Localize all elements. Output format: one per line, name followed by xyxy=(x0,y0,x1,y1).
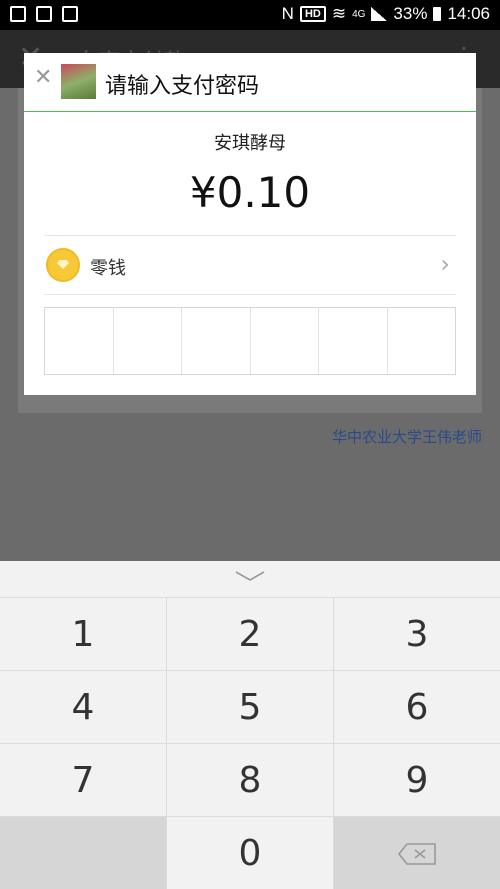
hide-keyboard-icon[interactable] xyxy=(234,569,266,583)
battery-icon xyxy=(433,7,442,21)
dialog-close-icon[interactable]: ✕ xyxy=(34,67,52,89)
payment-method-label: 零钱 xyxy=(90,258,126,279)
key-3[interactable]: 3 xyxy=(334,598,500,670)
chevron-right-icon: › xyxy=(440,250,450,278)
backspace-icon xyxy=(397,842,436,865)
hd-badge: HD xyxy=(299,6,326,22)
key-2[interactable]: 2 xyxy=(167,598,334,670)
teacher-link[interactable]: 华中农业大学王伟老师 xyxy=(332,426,482,447)
pin-cell xyxy=(319,308,388,374)
key-0[interactable]: 0 xyxy=(167,817,334,889)
system-icons: N HD ≋ 4G 33% 14:06 xyxy=(282,4,490,24)
delete-key[interactable] xyxy=(334,817,500,889)
pin-input[interactable] xyxy=(44,307,456,375)
nfc-icon: N xyxy=(281,4,294,23)
pin-cell xyxy=(45,308,114,374)
payment-method-selector[interactable]: 零钱 › xyxy=(44,236,456,294)
key-5[interactable]: 5 xyxy=(167,671,334,743)
signal-icon xyxy=(371,7,388,21)
pin-cell xyxy=(114,308,182,374)
payment-amount: ¥0.10 xyxy=(189,168,311,217)
key-6[interactable]: 6 xyxy=(334,671,500,743)
key-8[interactable]: 8 xyxy=(167,744,334,816)
wallet-coin-icon xyxy=(46,248,80,282)
key-4[interactable]: 4 xyxy=(0,671,167,743)
wifi-icon: ≋ xyxy=(331,4,347,23)
title-divider xyxy=(24,111,476,112)
status-bar: N HD ≋ 4G 33% 14:06 xyxy=(0,0,500,30)
avatar xyxy=(61,64,96,99)
divider xyxy=(44,294,456,295)
message-notification-icon xyxy=(36,6,52,22)
notification-icons xyxy=(10,6,78,22)
merchant-name: 安琪酵母 xyxy=(214,133,286,154)
pin-cell xyxy=(251,308,319,374)
numeric-keypad: 1 2 3 4 5 6 7 8 9 0 xyxy=(0,561,500,889)
dialog-title: 请输入支付密码 xyxy=(105,74,260,99)
key-9[interactable]: 9 xyxy=(334,744,500,816)
battery-percent: 33% xyxy=(393,4,428,23)
pin-cell xyxy=(388,308,456,374)
app-notification-icon xyxy=(62,6,78,22)
image-notification-icon xyxy=(10,6,26,22)
pin-cell xyxy=(182,308,251,374)
blank-key xyxy=(0,817,167,889)
key-7[interactable]: 7 xyxy=(0,744,167,816)
network-type: 4G xyxy=(352,8,366,20)
password-dialog: ✕ 请输入支付密码 安琪酵母 ¥0.10 零钱 › xyxy=(24,53,476,395)
clock: 14:06 xyxy=(447,4,490,23)
key-1[interactable]: 1 xyxy=(0,598,167,670)
keypad-header xyxy=(0,561,500,598)
